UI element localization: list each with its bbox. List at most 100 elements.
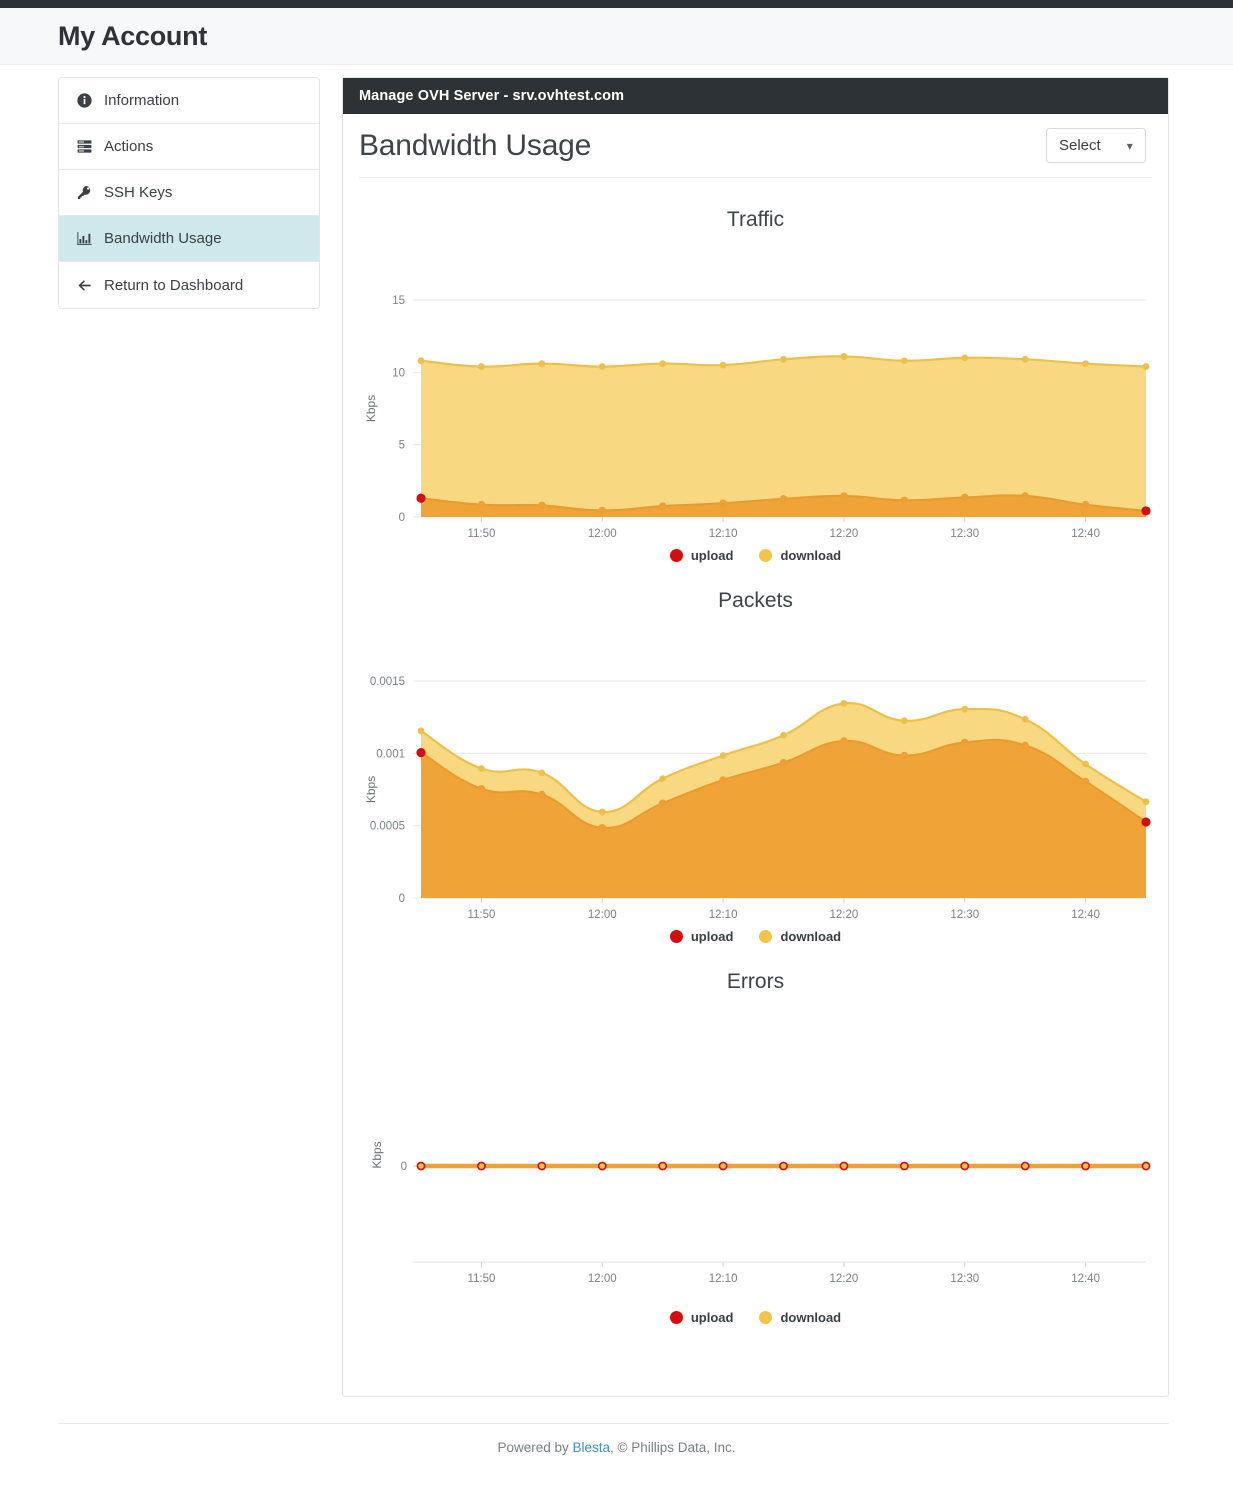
sidebar-item-information[interactable]: Information bbox=[59, 78, 319, 124]
download-point bbox=[1082, 1163, 1088, 1169]
download-point bbox=[1142, 363, 1149, 370]
x-tick-label: 12:30 bbox=[950, 528, 979, 540]
upload-point bbox=[537, 501, 546, 510]
download-point bbox=[1142, 798, 1149, 806]
upload-endpoint-end bbox=[1140, 506, 1151, 516]
upload-point bbox=[658, 502, 666, 510]
download-point bbox=[1081, 360, 1089, 368]
x-tick-label: 12:20 bbox=[829, 528, 858, 540]
chart-traffic: Traffic 0 5 10 15 Kbps 11:50 12:00 12:10 12:20 12:… bbox=[343, 182, 1168, 563]
page-body: Information Actions SSH Keys Bandwidth Usag… bbox=[0, 65, 1233, 1397]
sidebar-item-label: SSH Keys bbox=[104, 184, 173, 201]
chart-plot-traffic: 0 5 10 15 Kbps 11:50 12:00 12:10 12:20 12:30 12:40 bbox=[364, 295, 1151, 540]
x-tick-label: 12:10 bbox=[708, 1273, 737, 1285]
legend-item-download[interactable]: download bbox=[759, 929, 841, 944]
legend-swatch-upload-icon bbox=[669, 1311, 683, 1324]
chart-title: Packets bbox=[718, 589, 793, 612]
y-axis-label: Kbps bbox=[364, 776, 378, 803]
blesta-link[interactable]: Blesta bbox=[573, 1440, 611, 1455]
download-point bbox=[719, 361, 726, 369]
download-point bbox=[417, 727, 424, 735]
x-tick-label: 12:40 bbox=[1071, 909, 1100, 921]
x-tick-label: 12:00 bbox=[587, 528, 616, 540]
download-point bbox=[719, 1163, 726, 1169]
x-tick-label: 12:40 bbox=[1071, 528, 1100, 540]
download-point bbox=[478, 1163, 484, 1169]
download-point bbox=[960, 705, 968, 713]
legend-swatch-download-icon bbox=[759, 549, 773, 562]
upload-endpoint-start bbox=[415, 493, 426, 503]
download-point bbox=[900, 717, 908, 725]
legend-swatch-download-icon bbox=[759, 930, 773, 943]
chart-errors: Errors 0 Kbps 11:50 12:00 12:10 12:20 12:30 12:4… bbox=[343, 944, 1168, 1325]
download-point bbox=[658, 360, 666, 368]
sidebar-nav: Information Actions SSH Keys Bandwidth Usag… bbox=[58, 77, 320, 309]
download-point bbox=[537, 360, 545, 368]
x-tick-label: 12:40 bbox=[1071, 1273, 1100, 1285]
server-stack-icon bbox=[76, 138, 93, 155]
sidebar-item-label: Actions bbox=[104, 138, 154, 155]
sidebar-item-ssh-keys[interactable]: SSH Keys bbox=[59, 170, 319, 216]
download-point bbox=[1142, 1163, 1149, 1169]
upload-point bbox=[658, 799, 666, 808]
upload-point bbox=[1081, 500, 1089, 509]
download-point bbox=[901, 1163, 907, 1169]
y-tick-label: 0 bbox=[398, 512, 404, 524]
download-point bbox=[960, 354, 968, 362]
legend-label-download: download bbox=[780, 548, 842, 563]
upload-point bbox=[960, 738, 969, 747]
chart-packets: Packets 0 0.0005 0.001 0.0015 Kbps 11:50 12:00 1… bbox=[343, 563, 1168, 944]
upload-point bbox=[900, 751, 908, 760]
download-point bbox=[900, 357, 908, 365]
download-point bbox=[1021, 1163, 1028, 1169]
download-point bbox=[1021, 355, 1029, 363]
sidebar-item-return-to-dashboard[interactable]: Return to Dashboard bbox=[59, 262, 319, 308]
download-point bbox=[779, 731, 787, 739]
charts-container: Traffic 0 5 10 15 Kbps 11:50 12:00 12:10 12:20 12:… bbox=[343, 178, 1168, 1349]
download-point bbox=[658, 775, 666, 783]
download-point bbox=[1081, 760, 1089, 768]
download-point bbox=[780, 1163, 786, 1169]
key-icon bbox=[76, 184, 93, 201]
download-point bbox=[538, 1163, 545, 1169]
legend-item-download[interactable]: download bbox=[759, 548, 841, 563]
bar-chart-icon bbox=[76, 230, 93, 247]
legend-item-upload[interactable]: upload bbox=[669, 548, 733, 563]
y-axis-label: Kbps bbox=[370, 1141, 384, 1168]
x-tick-label: 12:00 bbox=[587, 909, 616, 921]
y-tick-label: 0 bbox=[398, 893, 404, 905]
sidebar-item-actions[interactable]: Actions bbox=[59, 124, 319, 170]
upload-point bbox=[597, 824, 606, 832]
legend-item-upload[interactable]: upload bbox=[669, 1310, 733, 1325]
download-point bbox=[417, 357, 424, 365]
footer: Powered by Blesta, © Phillips Data, Inc. bbox=[0, 1424, 1233, 1455]
upload-point bbox=[839, 492, 848, 500]
period-select[interactable]: Select ▾ bbox=[1046, 128, 1146, 163]
download-point bbox=[840, 353, 847, 360]
download-point bbox=[537, 769, 545, 777]
sidebar-item-label: Information bbox=[104, 92, 180, 109]
download-point bbox=[477, 363, 485, 370]
upload-point bbox=[779, 758, 787, 767]
upload-point bbox=[477, 500, 485, 509]
upload-point bbox=[779, 495, 787, 503]
y-tick-label: 0.001 bbox=[376, 748, 405, 760]
chart-plot-errors: 0 Kbps 11:50 12:00 12:10 12:20 12:30 12:40 bbox=[370, 1141, 1150, 1285]
main-content-card: Manage OVH Server - srv.ovhtest.com Band… bbox=[342, 77, 1169, 1397]
legend-swatch-upload-icon bbox=[669, 549, 683, 562]
info-circle-icon bbox=[76, 92, 93, 109]
download-point bbox=[477, 765, 485, 772]
sidebar-item-bandwidth-usage[interactable]: Bandwidth Usage bbox=[59, 216, 319, 262]
card-topbar-title: Manage OVH Server - srv.ovhtest.com bbox=[343, 78, 1168, 114]
legend-item-download[interactable]: download bbox=[759, 1310, 841, 1325]
legend-item-upload[interactable]: upload bbox=[669, 929, 734, 944]
upload-point bbox=[1020, 492, 1029, 500]
upload-point bbox=[960, 493, 969, 502]
chart-legend: upload download bbox=[343, 548, 1168, 563]
x-tick-label: 12:10 bbox=[708, 909, 737, 921]
y-tick-label: 5 bbox=[398, 440, 404, 452]
legend-label-upload: upload bbox=[690, 929, 734, 944]
download-point bbox=[840, 700, 847, 707]
chevron-down-icon: ▾ bbox=[1126, 138, 1133, 153]
download-point bbox=[719, 752, 726, 759]
